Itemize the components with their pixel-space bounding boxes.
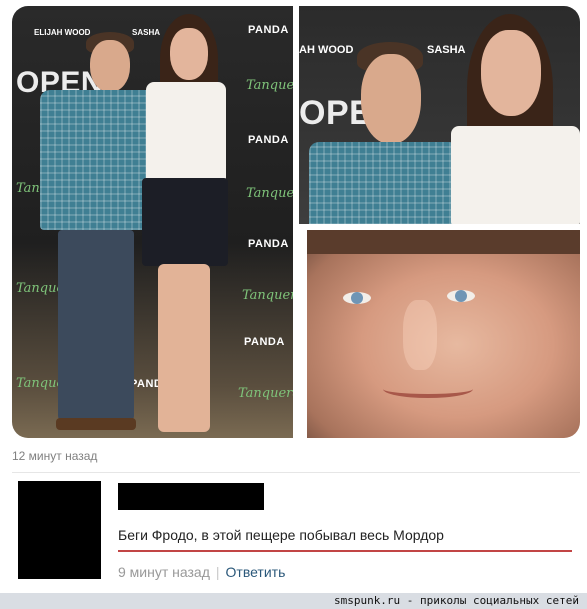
woman-head <box>481 30 541 116</box>
footer-watermark: smspunk.ru - приколы социальных сетей <box>333 594 579 607</box>
backdrop-logo: PANDA <box>248 238 289 250</box>
man-shoes <box>56 418 136 430</box>
woman-top <box>451 126 580 224</box>
photo-full-body[interactable]: ELIJAH WOOD SASHA PANDA OPEN Tanqueray P… <box>12 6 293 438</box>
left-eye <box>343 292 371 304</box>
mouth <box>383 380 473 398</box>
right-iris <box>455 290 467 302</box>
right-eye <box>447 290 475 302</box>
man-head <box>361 54 421 144</box>
photo-face-closeup[interactable] <box>307 230 580 438</box>
backdrop-brand: Tanqueray <box>242 288 293 303</box>
woman-legs <box>158 264 210 432</box>
woman-skirt <box>142 178 228 266</box>
author-name-redacted[interactable] <box>118 483 264 510</box>
nose <box>403 300 437 370</box>
man-head <box>90 40 130 92</box>
woman-top <box>146 82 226 182</box>
backdrop-logo: PANDA <box>248 134 289 146</box>
backdrop-brand: Tanqueray <box>238 386 293 401</box>
man-shirt <box>40 90 156 230</box>
backdrop-name-label: SASHA <box>132 28 161 37</box>
man-shirt <box>309 142 459 224</box>
backdrop-name-label: SASHA <box>427 44 466 56</box>
backdrop-logo: PANDA <box>248 24 289 36</box>
comment-timestamp[interactable]: 9 минут назад <box>118 564 210 580</box>
backdrop-name-label: AH WOOD <box>299 44 354 56</box>
reply-link[interactable]: Ответить <box>226 564 286 580</box>
man-jeans <box>58 230 134 420</box>
footer-bar: smspunk.ru - приколы социальных сетей <box>0 593 587 609</box>
woman-head <box>170 28 208 80</box>
backdrop-brand: Tanqueray <box>246 186 293 201</box>
backdrop-logo: PANDA <box>244 336 285 348</box>
left-iris <box>351 292 363 304</box>
photo-collage[interactable]: ELIJAH WOOD SASHA PANDA OPEN Tanqueray P… <box>12 6 580 438</box>
post-timestamp[interactable]: 12 минут назад <box>12 449 97 463</box>
backdrop-brand: Tanqueray <box>246 78 293 93</box>
divider <box>12 472 580 473</box>
comment-text: Беги Фродо, в этой пещере побывал весь М… <box>118 527 444 543</box>
photo-closeup-pair[interactable]: AH WOOD SASHA OPEN <box>299 6 580 224</box>
comment-underline <box>118 550 572 552</box>
hair-region <box>307 230 580 254</box>
comment-meta: 9 минут назад | Ответить <box>118 564 285 580</box>
avatar[interactable] <box>18 481 101 579</box>
backdrop-name-label: ELIJAH WOOD <box>34 28 91 37</box>
meta-separator: | <box>215 564 220 580</box>
